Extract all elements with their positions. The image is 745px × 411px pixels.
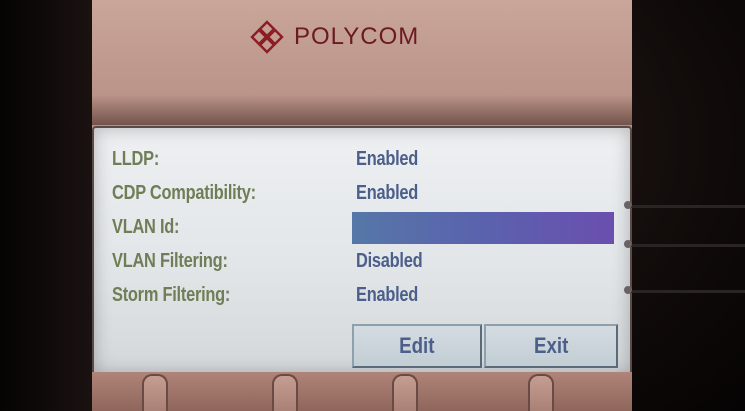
setting-label: VLAN Id: bbox=[112, 216, 180, 238]
line-key-divider bbox=[628, 244, 745, 247]
setting-label: CDP Compatibility: bbox=[112, 182, 256, 204]
setting-value: Disabled bbox=[356, 250, 423, 272]
setting-label: VLAN Filtering: bbox=[112, 250, 228, 272]
phone-photo: POLYCOM LLDP: Enabled CDP Compatibility:… bbox=[0, 0, 745, 411]
exit-softkey-label: Exit bbox=[533, 333, 569, 358]
line-key-2[interactable] bbox=[624, 240, 632, 248]
background-shadow bbox=[0, 0, 92, 411]
bezel-shadow bbox=[92, 95, 632, 125]
phone-display: LLDP: Enabled CDP Compatibility: Enabled… bbox=[92, 126, 632, 376]
hardware-softkey-row bbox=[92, 372, 632, 411]
polycom-logo: POLYCOM bbox=[250, 20, 419, 54]
setting-value: Enabled bbox=[356, 284, 419, 306]
hardware-softkey-2[interactable] bbox=[272, 374, 298, 411]
line-key-divider bbox=[628, 290, 745, 293]
edit-softkey[interactable]: Edit bbox=[352, 324, 482, 368]
setting-label: LLDP: bbox=[112, 148, 160, 170]
line-key-divider bbox=[628, 205, 745, 208]
hardware-softkey-1[interactable] bbox=[142, 374, 168, 411]
exit-softkey[interactable]: Exit bbox=[484, 324, 618, 368]
line-key-3[interactable] bbox=[624, 286, 632, 294]
edit-softkey-label: Edit bbox=[399, 333, 435, 358]
hardware-softkey-3[interactable] bbox=[392, 374, 418, 411]
line-key-1[interactable] bbox=[624, 201, 632, 209]
hardware-softkey-4[interactable] bbox=[528, 374, 554, 411]
brand-name: POLYCOM bbox=[294, 23, 420, 50]
setting-label: Storm Filtering: bbox=[112, 284, 231, 306]
setting-value: Enabled bbox=[356, 148, 419, 170]
polycom-logo-icon bbox=[250, 20, 284, 54]
selection-highlight bbox=[352, 212, 614, 244]
setting-value: Enabled bbox=[356, 182, 419, 204]
